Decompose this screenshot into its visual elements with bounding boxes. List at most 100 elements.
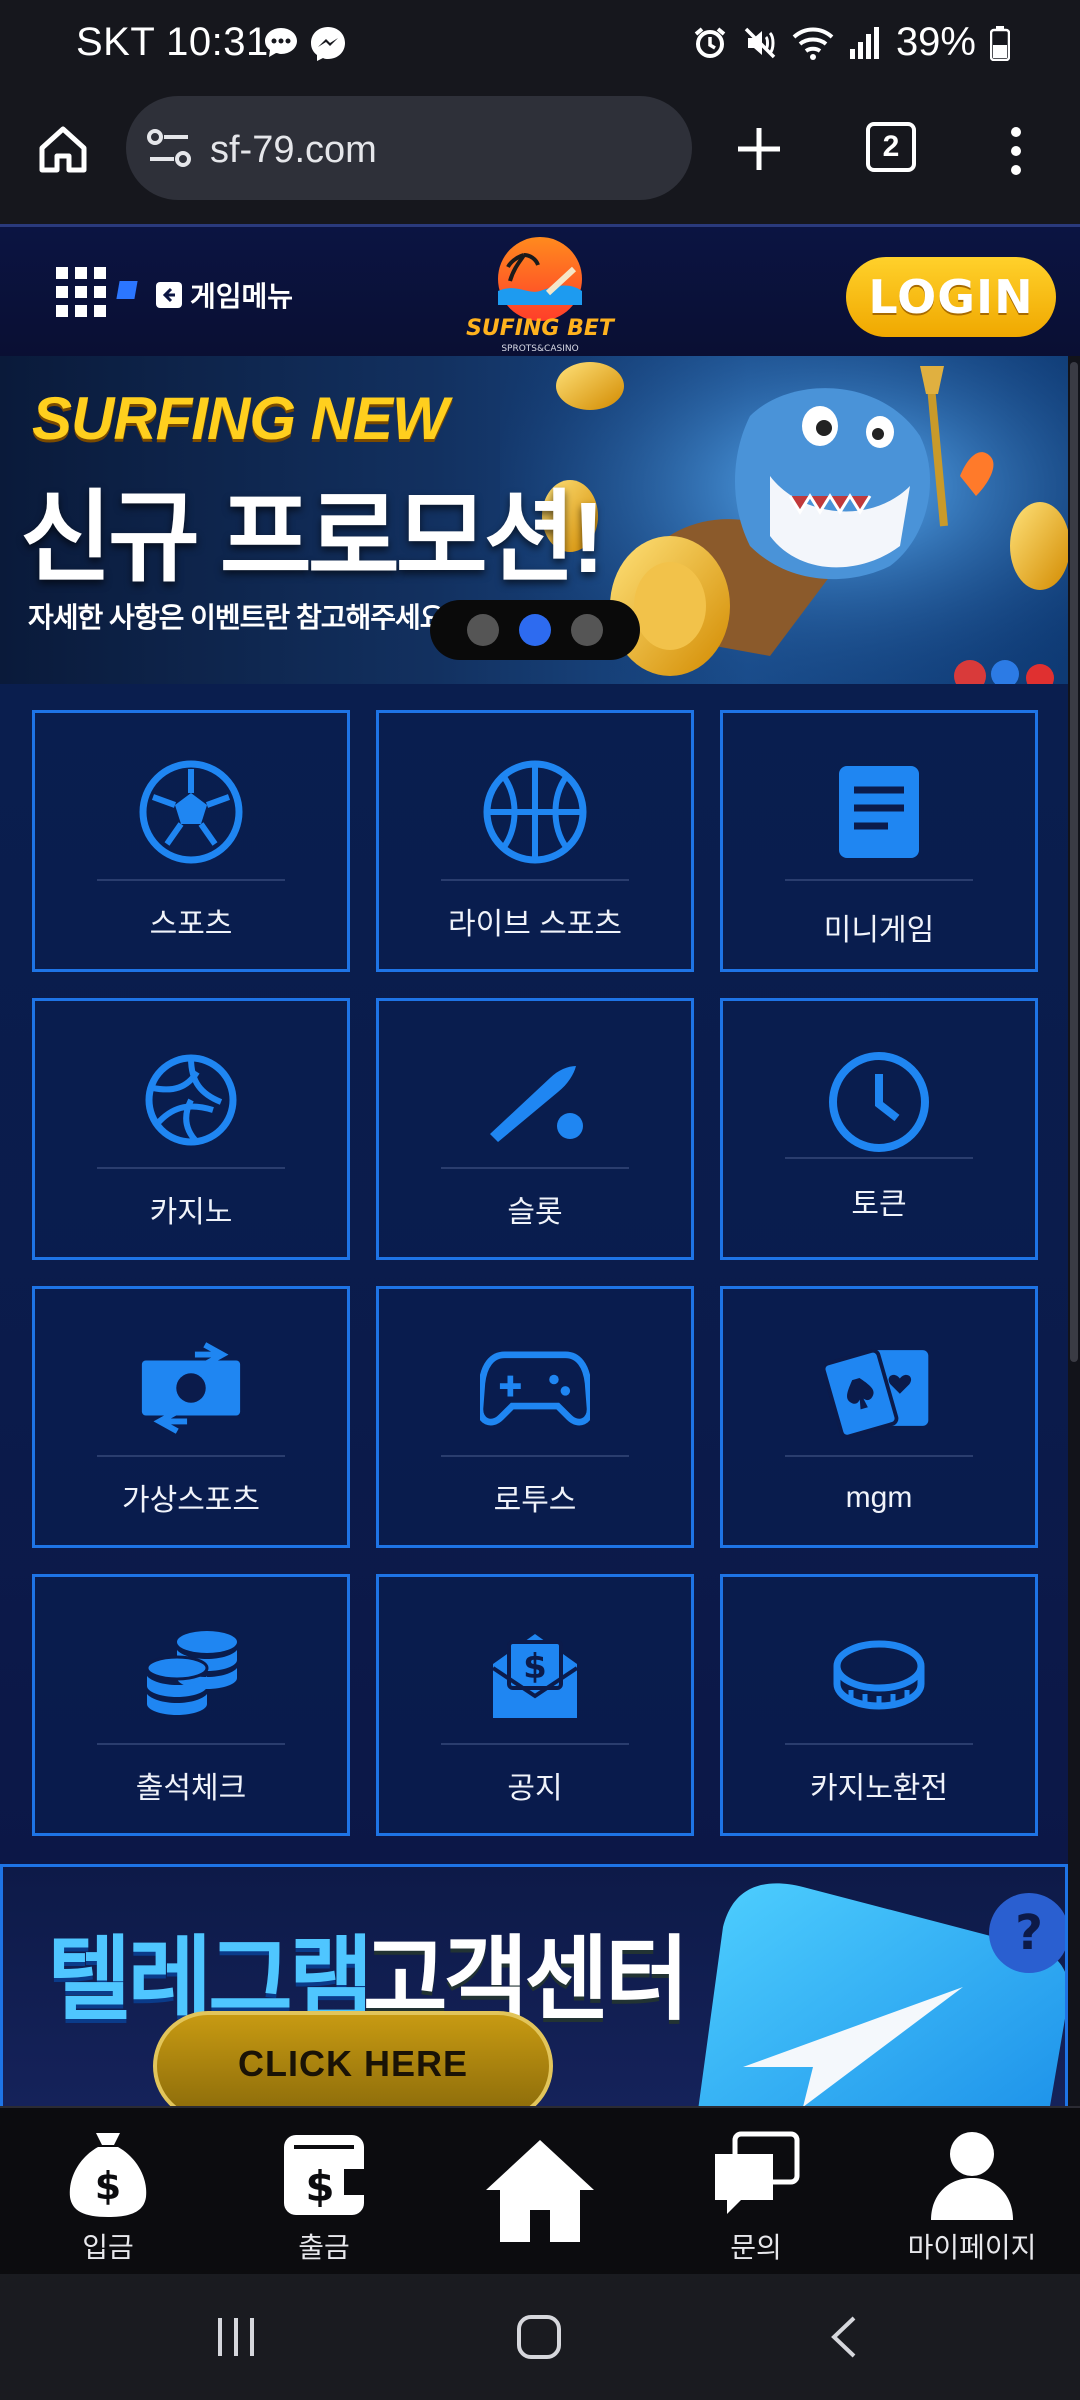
wallet-icon: $ [264, 2126, 384, 2222]
carousel-dot-3[interactable] [571, 614, 603, 646]
home-icon [480, 2126, 600, 2256]
tile-divider [441, 879, 629, 881]
browser-toolbar: sf-79.com 2 [0, 88, 1080, 224]
tile-label: mgm [845, 1481, 913, 1514]
menu-tile-slot[interactable]: 슬롯 [376, 998, 694, 1260]
status-time: SKT 10:31 [76, 20, 269, 64]
surf-logo-icon: SUFING BET SPROTS&CASINO [466, 237, 616, 354]
menu-tile-live-sports[interactable]: 라이브 스포츠 [376, 710, 694, 972]
address-bar[interactable]: sf-79.com [126, 96, 692, 200]
scrollbar-thumb[interactable] [1070, 362, 1078, 1362]
tile-divider [97, 1743, 285, 1745]
site-header: 게임메뉴 SUFING BET SPROTS&CASINO LOGIN [0, 224, 1080, 356]
nav-home[interactable] [450, 2126, 630, 2266]
login-button[interactable]: LOGIN [846, 257, 1056, 337]
system-back-button[interactable] [824, 2312, 864, 2367]
tile-label: 공지 [507, 1772, 563, 1805]
coin-icon [824, 1621, 934, 1731]
telegram-support-banner[interactable]: ? 텔레그램 고객센터 CLICK HERE [0, 1864, 1068, 2106]
money-envelope-icon: $ [480, 1621, 590, 1731]
tile-divider [785, 1157, 973, 1159]
menu-tile-lotus[interactable]: 로투스 [376, 1286, 694, 1548]
click-here-button[interactable]: CLICK HERE [153, 2011, 553, 2106]
money-exchange-icon [136, 1333, 246, 1443]
nav-inquiry[interactable]: 문의 [666, 2126, 846, 2266]
menu-tile-attendance[interactable]: 출석체크 [32, 1574, 350, 1836]
tile-label: 스포츠 [149, 908, 233, 941]
site-logo[interactable]: SUFING BET SPROTS&CASINO [452, 233, 628, 355]
home-outline-icon [39, 126, 87, 173]
game-menu-button[interactable]: 게임메뉴 [156, 275, 293, 315]
menu-tile-virtual-sports[interactable]: 가상스포츠 [32, 1286, 350, 1548]
system-navigation-bar [0, 2274, 1080, 2400]
tile-divider [441, 1455, 629, 1457]
tile-divider [785, 1455, 973, 1457]
messenger-icon [311, 27, 345, 61]
tile-label: 카지노 [149, 1196, 233, 1229]
tile-label: 토큰 [851, 1188, 907, 1221]
status-notification-icons [262, 24, 348, 62]
nav-label: 입금 [82, 2232, 134, 2263]
tile-label: 미니게임 [823, 914, 935, 947]
menu-tile-mgm[interactable]: mgm [720, 1286, 1038, 1548]
telegram-plane-icon: ? [698, 1883, 1065, 2106]
browser-home-button[interactable] [36, 122, 90, 181]
page-scrollbar[interactable] [1068, 356, 1080, 2106]
tab-switcher-button[interactable]: 2 [866, 122, 916, 172]
carousel-dot-1[interactable] [467, 614, 499, 646]
mute-icon [744, 27, 776, 58]
system-home-button[interactable] [514, 2312, 564, 2367]
basketball-icon [480, 757, 590, 867]
tile-divider [97, 1455, 285, 1457]
svg-text:?: ? [1015, 1905, 1043, 1961]
logo-text: SUFING BET [466, 316, 616, 341]
menu-tile-minigame[interactable]: 미니게임 [720, 710, 1038, 972]
wifi-icon [792, 27, 834, 60]
baseball-bat-icon [480, 1045, 590, 1155]
nav-mypage[interactable]: 마이페이지 [882, 2126, 1062, 2266]
promo-banner[interactable]: SURFING NEW 신규 프로모션! 자세한 사항은 이벤트란 참고해주세요… [0, 356, 1068, 684]
alarm-icon [694, 26, 726, 58]
banner-title: 신규 프로모션! [20, 482, 605, 594]
svg-text:$: $ [523, 1647, 547, 1687]
playing-cards-icon [824, 1333, 934, 1443]
logo-subtext: SPROTS&CASINO [501, 344, 578, 354]
chat-bubble-icon [265, 28, 297, 57]
nav-withdraw[interactable]: $ 출금 [234, 2126, 414, 2266]
menu-tile-sports[interactable]: 스포츠 [32, 710, 350, 972]
banner-caption: 자세한 사항은 이벤트란 참고해주세요. [28, 602, 452, 633]
nav-label: 출금 [298, 2232, 350, 2263]
tile-divider [441, 1743, 629, 1745]
menu-tile-token[interactable]: 토큰 [720, 998, 1038, 1260]
tile-divider [785, 1743, 973, 1745]
tile-label: 가상스포츠 [122, 1484, 260, 1517]
tile-divider [785, 879, 973, 881]
nav-deposit[interactable]: $ 입금 [18, 2126, 198, 2266]
nav-label: 문의 [730, 2232, 782, 2263]
tile-divider [441, 1167, 629, 1169]
recent-apps-icon [218, 2318, 254, 2356]
new-tab-button[interactable] [732, 122, 786, 181]
grid-menu-icon[interactable] [56, 267, 106, 317]
menu-tile-casino-exchange[interactable]: 카지노환전 [720, 1574, 1038, 1836]
tile-divider [97, 879, 285, 881]
recent-apps-button[interactable] [214, 2312, 258, 2367]
carousel-indicator [430, 600, 640, 660]
tile-label: 라이브 스포츠 [448, 908, 622, 941]
svg-text:$: $ [305, 2162, 334, 2211]
money-bag-icon: $ [48, 2126, 168, 2222]
carousel-dot-2[interactable] [519, 614, 551, 646]
site-settings-icon[interactable] [146, 126, 192, 170]
battery-icon [990, 25, 1010, 61]
menu-tile-notice[interactable]: $ 공지 [376, 1574, 694, 1836]
more-vertical-icon [1011, 127, 1021, 175]
bottom-navigation: $ 입금 $ 출금 문의 마이페이지 [0, 2106, 1080, 2274]
banner-headline: SURFING NEW [32, 385, 449, 452]
browser-menu-button[interactable] [1004, 124, 1028, 183]
clock-icon [824, 1047, 934, 1157]
coin-stack-icon [136, 1621, 246, 1731]
battery-percent: 39% [895, 20, 976, 64]
home-button-icon [517, 2315, 561, 2359]
menu-tile-casino[interactable]: 카지노 [32, 998, 350, 1260]
volleyball-icon [136, 1045, 246, 1155]
